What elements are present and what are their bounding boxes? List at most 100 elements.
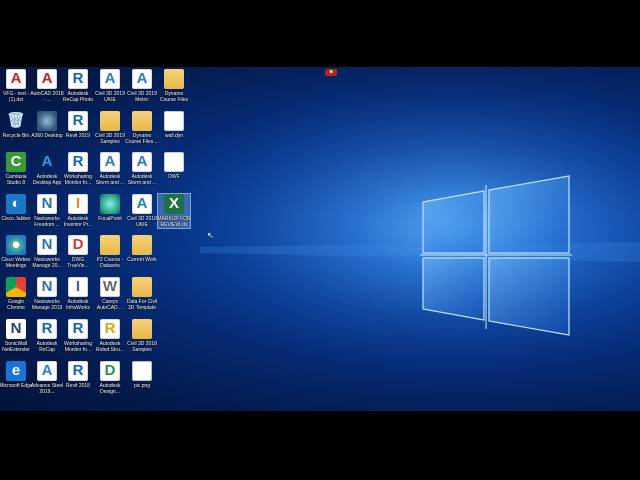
desktop-icon[interactable]: A Advance Steel 2019... (31, 361, 63, 395)
desktop-icon[interactable]: A Civil 3D 2018 UKIE (126, 194, 158, 228)
desktop-icon-label: Civil 3D 2019 UKIE (95, 91, 125, 103)
desktop-icon-label: Civil 3D 2018 Samples (127, 341, 157, 353)
autodesk-app-icon: A (41, 153, 53, 170)
desktop-icon[interactable]: N Navisworks Manage 2019 (31, 277, 63, 311)
desktop-icon[interactable]: D Autodesk Design... (94, 361, 126, 395)
desktop-icon-label: Autodesk Storm and ... (127, 174, 157, 186)
desktop-icon[interactable]: D DWG TrueVie... (62, 235, 94, 269)
desktop-icon[interactable]: I Autodesk InfraWorks (62, 277, 94, 311)
desktop-icon-label: DWG TrueVie... (67, 257, 89, 269)
folder-icon (132, 277, 152, 297)
file-icon (164, 111, 184, 131)
image-file-icon (132, 361, 152, 381)
folder-icon (132, 319, 152, 339)
desktop-icon[interactable]: C Camtasia Studio 8 (0, 152, 32, 186)
desktop-icon-label: Revit 2019 (66, 133, 90, 139)
desktop-icon[interactable]: pic.png (126, 361, 158, 389)
desktop-icon[interactable]: Google Chrome (0, 277, 32, 311)
desktop-icon[interactable]: A Autodesk Desktop App (31, 152, 63, 186)
a360-icon (37, 111, 57, 131)
focalpoint-icon (100, 194, 120, 214)
desktop-icon[interactable]: DWF (158, 152, 190, 180)
revit-icon: R (68, 319, 88, 339)
desktop-icon[interactable]: R Autodesk ReCap (31, 319, 63, 353)
desktop-icon[interactable]: N SonicWall NetExtender (0, 319, 32, 353)
advance-steel-icon: A (37, 361, 57, 381)
desktop-icon[interactable]: N Navisworks Freedom ... (31, 194, 63, 228)
desktop-icon[interactable]: R Revit 2018 (62, 361, 94, 389)
word-doc-icon: W (100, 277, 120, 297)
folder-icon (100, 235, 120, 255)
desktop-icon[interactable]: A360 Desktop (31, 111, 63, 139)
desktop-icon-label: Current Work (127, 257, 157, 263)
dwf-file-icon (164, 152, 184, 172)
desktop-icon-label: Civil 3D 2019 Samples (95, 133, 125, 145)
desktop-icon[interactable]: Civil 3D 2019 Samples (94, 111, 126, 145)
desktop-icon[interactable]: e Microsoft Edge (0, 361, 33, 389)
design-icon: D (100, 361, 120, 381)
desktop-icon[interactable]: P2 Course - Datasets (94, 235, 126, 269)
desktop-icon-label: Autodesk InfraWorks (65, 299, 91, 311)
desktop-icon-label: Worksharing Monitor fo... (64, 174, 92, 186)
desktop-icon[interactable]: W Careys AutoCAD ... (94, 277, 126, 311)
recycle-bin-icon: 🗑 (6, 112, 26, 129)
infraworks-icon: I (68, 277, 88, 297)
mouse-cursor-icon: ↖ (207, 231, 214, 240)
navisworks-icon: N (37, 235, 57, 255)
desktop-icon[interactable]: Data For Civil 3D Template (126, 277, 158, 311)
desktop-icon[interactable]: A Autodesk Storm and ... (126, 152, 158, 186)
desktop-icon-label: Navisworks Manage 2019 (31, 299, 63, 311)
folder-icon (164, 69, 184, 89)
desktop-icon[interactable]: R Autodesk Robot Stru... (94, 319, 126, 353)
desktop-icon[interactable]: I Autodesk Inventor Pr... (62, 194, 94, 228)
revit-icon: R (68, 361, 88, 381)
desktop-icon-label: Data For Civil 3D Template (126, 299, 158, 311)
recap-photo-icon: R (68, 69, 88, 89)
desktop-icon-label: Dynamo Course Files (159, 91, 189, 103)
autocad-icon: A (6, 69, 26, 89)
desktop-icon[interactable]: ● Cisco Webex Meetings (0, 235, 32, 269)
desktop-icon-label: Cisco Webex Meetings (1, 257, 31, 269)
navisworks-icon: N (37, 194, 57, 214)
desktop-icon[interactable]: R Revit 2019 (62, 111, 94, 139)
desktop-icon[interactable]: wall.dyn (158, 111, 190, 139)
desktop-icon[interactable]: Civil 3D 2018 Samples (126, 319, 158, 353)
desktop-icon[interactable]: FocalPoint (94, 194, 126, 222)
desktop-icon[interactable]: R Worksharing Monitor fo... (62, 319, 94, 353)
desktop-icon[interactable]: X MARKUP FOR REVIEW.xls (157, 193, 191, 229)
desktop-icon-label: Microsoft Edge (0, 383, 33, 389)
sonicwall-icon: N (6, 319, 26, 339)
desktop-icon-label: Civil 3D 2019 Metric (127, 91, 157, 103)
tray-app-icon[interactable]: ■ (325, 69, 337, 76)
desktop-icon-label: A360 Desktop (31, 133, 63, 139)
desktop-icon-label: Autodesk ReCap Photo (62, 91, 94, 103)
revit-icon: R (68, 111, 88, 131)
desktop[interactable]: A VFG - test - (1).dst 🗑 Recycle Bin C Camtas… (0, 67, 640, 411)
desktop-icon[interactable]: A Civil 3D 2019 Metric (126, 69, 158, 103)
folder-icon (132, 235, 152, 255)
robot-icon: R (100, 319, 120, 339)
desktop-icon-label: AutoCAD 2018 - ... (30, 91, 64, 103)
desktop-icon[interactable]: Dynamo Course Files (158, 69, 190, 103)
desktop-icon-label: Dynamo Course Files ... (125, 133, 159, 145)
desktop-icon[interactable]: R Autodesk ReCap Photo (62, 69, 94, 103)
desktop-icon-label: Google Chrome (7, 299, 25, 311)
desktop-icon-label: SonicWall NetExtender (2, 341, 30, 353)
desktop-icon[interactable]: A Autodesk Storm and ... (94, 152, 126, 186)
desktop-icon-label: Advance Steel 2019... (30, 383, 64, 395)
desktop-icon-label: Camtasia Studio 8 (5, 174, 27, 186)
desktop-icon-label: pic.png (133, 383, 151, 389)
navisworks-icon: N (37, 277, 57, 297)
desktop-icon-label: Autodesk ReCap (36, 341, 58, 353)
desktop-icon[interactable]: Current Work (126, 235, 158, 263)
desktop-icon[interactable]: A Civil 3D 2019 UKIE (94, 69, 126, 103)
desktop-icon-label: Autodesk Robot Stru... (95, 341, 125, 353)
desktop-icon[interactable]: ◐ Cisco Jabber (0, 194, 32, 222)
desktop-icon[interactable]: A AutoCAD 2018 - ... (30, 69, 64, 103)
desktop-icon-label: Civil 3D 2018 UKIE (127, 216, 157, 228)
desktop-icon[interactable]: N Navisworks Manage 20... (31, 235, 63, 269)
desktop-icon[interactable]: A VFG - test - (1).dst (0, 69, 32, 103)
desktop-icon[interactable]: R Worksharing Monitor fo... (62, 152, 94, 186)
desktop-icon[interactable]: Dynamo Course Files ... (125, 111, 159, 145)
desktop-icon[interactable]: 🗑 Recycle Bin (0, 111, 32, 139)
